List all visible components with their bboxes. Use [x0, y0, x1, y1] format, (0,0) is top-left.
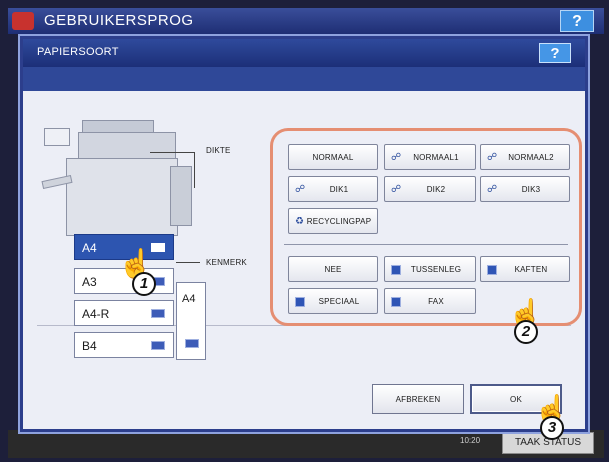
- bypass-label: A4: [182, 293, 196, 305]
- paper-icon: [151, 341, 165, 350]
- square-icon: [487, 265, 497, 275]
- drawer-label: A4: [82, 241, 97, 255]
- printer-top: [78, 132, 176, 160]
- printer-side-unit: [170, 166, 192, 226]
- callout-3: 3: [540, 416, 564, 440]
- option-label: NORMAAL1: [413, 152, 459, 162]
- printer-illustration: [41, 118, 202, 246]
- callout-1: 1: [132, 272, 156, 296]
- option-label: DIK3: [521, 184, 541, 194]
- drawer-label: B4: [82, 339, 97, 353]
- attribute-leader-line: [176, 262, 200, 263]
- option-label: FAX: [428, 296, 444, 306]
- option-label: KAFTEN: [514, 264, 548, 274]
- option-label: NEE: [324, 264, 342, 274]
- paper-curl-icon: ☍: [391, 184, 402, 195]
- attribute-fax-button[interactable]: FAX: [384, 288, 476, 314]
- thickness-dik2-button[interactable]: ☍ DIK2: [384, 176, 476, 202]
- option-label: TUSSENLEG: [410, 264, 462, 274]
- drawer-label: A4-R: [82, 307, 110, 321]
- paper-curl-icon: ☍: [295, 184, 306, 195]
- paper-icon: [151, 243, 165, 252]
- option-label: DIK2: [426, 184, 446, 194]
- dialog-title: PAPIERSOORT: [37, 46, 119, 58]
- thickness-normal-button[interactable]: NORMAAL: [288, 144, 378, 170]
- thickness-leader-line: [150, 152, 194, 153]
- clock: 10:20: [460, 436, 480, 445]
- options-divider: [284, 244, 568, 245]
- paper-icon: [151, 309, 165, 318]
- attribute-cover-button[interactable]: KAFTEN: [480, 256, 570, 282]
- paper-curl-icon: ☍: [487, 184, 498, 195]
- recycle-icon: ♻: [295, 216, 305, 227]
- bypass-tray-button[interactable]: A4: [176, 282, 206, 360]
- attribute-none-button[interactable]: NEE: [288, 256, 378, 282]
- option-label: RECYCLINGPAP: [306, 216, 372, 226]
- background-title: GEBRUIKERSPROG: [44, 12, 194, 29]
- attribute-insert-button[interactable]: TUSSENLEG: [384, 256, 476, 282]
- paper-curl-icon: ☍: [487, 152, 498, 163]
- attribute-label: KENMERK: [206, 258, 247, 267]
- attribute-special-button[interactable]: SPECIAAL: [288, 288, 378, 314]
- callout-2: 2: [514, 320, 538, 344]
- option-label: NORMAAL: [312, 152, 354, 162]
- thickness-leader-line-vertical: [194, 152, 195, 188]
- paper-icon: [185, 339, 199, 348]
- option-label: DIK1: [329, 184, 349, 194]
- background-help-button[interactable]: ?: [560, 10, 594, 32]
- thickness-dik3-button[interactable]: ☍ DIK3: [480, 176, 570, 202]
- printer-body: [66, 158, 178, 236]
- thickness-recycled-button[interactable]: ♻ RECYCLINGPAP: [288, 208, 378, 234]
- square-icon: [391, 297, 401, 307]
- square-icon: [391, 265, 401, 275]
- cancel-button[interactable]: AFBREKEN: [372, 384, 464, 414]
- drawer-label: A3: [82, 275, 97, 289]
- option-label: SPECIAAL: [318, 296, 360, 306]
- thickness-normal2-button[interactable]: ☍ NORMAAL2: [480, 144, 570, 170]
- thickness-label: DIKTE: [206, 146, 231, 155]
- drawer-4-button[interactable]: B4: [74, 332, 174, 358]
- printer-control-panel: [44, 128, 70, 146]
- thickness-normal1-button[interactable]: ☍ NORMAAL1: [384, 144, 476, 170]
- thickness-dik1-button[interactable]: ☍ DIK1: [288, 176, 378, 202]
- square-icon: [295, 297, 305, 307]
- time-text: 10:20: [460, 436, 481, 445]
- option-label: NORMAAL2: [508, 152, 554, 162]
- paper-curl-icon: ☍: [391, 152, 402, 163]
- dialog-title-bar: PAPIERSOORT ?: [23, 39, 585, 67]
- dialog-header-band: [23, 67, 585, 91]
- brand-logo-icon: [12, 12, 34, 30]
- dialog-help-button[interactable]: ?: [539, 43, 571, 63]
- drawer-3-button[interactable]: A4-R: [74, 300, 174, 326]
